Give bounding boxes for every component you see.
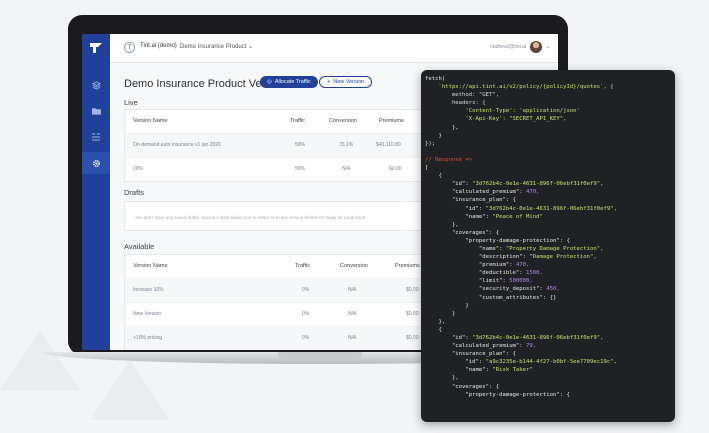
conversion-value: N/A xyxy=(348,287,357,293)
code-line: "id": "3d762b4c-0e1e-4631-896f-06ebf31f0… xyxy=(425,335,604,341)
chevron-down-icon: ⌄ xyxy=(248,44,254,50)
code-line: 'Content-Type': 'application/json' xyxy=(425,108,580,115)
code-sample-panel: fetch( `https://api.tint.ai/v2/policy/{p… xyxy=(421,70,675,422)
code-line: "insurance_plan": { xyxy=(425,351,516,358)
code-line: "limit": 500000, xyxy=(425,278,533,285)
column-header: Conversion xyxy=(340,263,368,269)
traffic-value: 0% xyxy=(302,335,310,341)
code-line: "coverages": { xyxy=(425,229,500,236)
plus-icon: + xyxy=(327,79,331,85)
conversion-value: N/A xyxy=(342,166,351,172)
code-line: headers: { xyxy=(425,100,486,107)
code-line: "security_deposit": 450, xyxy=(425,286,560,293)
column-header: Premiums xyxy=(395,263,420,269)
version-name: 20% xyxy=(133,166,144,172)
code-block: fetch( `https://api.tint.ai/v2/policy/{p… xyxy=(421,70,675,399)
code-line: "name": "Risk Taker" xyxy=(425,367,533,374)
traffic-value: 0% xyxy=(302,311,310,317)
background-triangle xyxy=(90,360,170,420)
code-line: method: "GET", xyxy=(425,92,500,99)
code-line: "premium": 470, xyxy=(425,262,530,269)
code-line: "name": "Property Damage Protection", xyxy=(425,245,604,252)
target-icon: ◎ xyxy=(267,79,272,85)
drafts-section-title: Drafts xyxy=(124,188,145,197)
top-bar: T Tint.ai (demo) Demo Insurance Product … xyxy=(110,34,558,63)
code-line: fetch( xyxy=(425,76,446,82)
new-version-button[interactable]: + New Version xyxy=(319,76,373,88)
code-line: }); xyxy=(425,140,436,147)
code-comment: // Response => xyxy=(425,156,473,163)
conversion-value: N/A xyxy=(348,311,357,317)
column-header: Conversion xyxy=(329,118,357,124)
traffic-value: 50% xyxy=(295,142,306,148)
column-header: Version Name xyxy=(133,263,168,269)
new-version-label: New Version xyxy=(333,79,365,85)
premiums-value: $0.00 xyxy=(389,166,402,172)
conversion-value: N/A xyxy=(348,335,357,341)
code-line: "name": "Peace of Mind" xyxy=(425,213,543,220)
code-line: "calculated_premium": 470, xyxy=(425,189,540,196)
traffic-value: 0% xyxy=(302,287,310,293)
code-line: `https://api.tint.ai/v2/policy/{policyId… xyxy=(425,84,614,91)
avatar[interactable] xyxy=(530,41,542,53)
code-line: "id": "3d762b4c-0e1e-4631-896f-06ebf31f0… xyxy=(425,181,604,188)
code-line: { xyxy=(425,173,442,180)
premiums-value: $0.00 xyxy=(406,335,419,341)
column-header: Traffic xyxy=(290,118,305,124)
version-name: Increase 10% xyxy=(133,287,164,293)
code-line: "calculated_premium": 79, xyxy=(425,343,537,350)
conversion-value: 75.1% xyxy=(339,142,354,148)
code-line: "property-damage-protection": { xyxy=(425,391,570,398)
org-name[interactable]: Tint.ai (demo) xyxy=(140,43,177,49)
drafts-empty-message: You don't have any saved drafts. Saving … xyxy=(135,215,367,220)
code-line: } xyxy=(425,310,456,317)
premiums-value: $0.00 xyxy=(406,287,419,293)
code-line: "id": "a9c3235e-b144-4f27-b0bf-5ee7709ec… xyxy=(425,359,617,366)
version-name: +10% pricing xyxy=(133,335,163,341)
sidebar xyxy=(82,34,110,350)
code-line: "custom_attributes": {} xyxy=(425,294,557,301)
laptop-notch xyxy=(278,352,362,359)
product-select-label: Demo Insurance Product xyxy=(180,44,247,50)
layers-icon[interactable] xyxy=(82,74,110,96)
tint-logo-icon[interactable] xyxy=(82,34,110,62)
code-line: "insurance_plan": { xyxy=(425,197,516,204)
available-section-title: Available xyxy=(124,242,155,251)
code-line: "coverages": { xyxy=(425,383,500,390)
org-badge: T xyxy=(124,42,135,53)
column-header: Version Name xyxy=(133,118,168,124)
chevron-down-icon[interactable]: ⌄ xyxy=(546,44,550,50)
code-line: "deductible": 1500, xyxy=(425,270,543,277)
version-name: On-demand auto insurance v1 jan 2020 xyxy=(133,142,221,148)
column-header: Premiums xyxy=(379,118,404,124)
code-line: "property-damage-protection": { xyxy=(425,237,570,244)
premiums-value: $0.00 xyxy=(406,311,419,317)
folder-icon[interactable] xyxy=(82,100,110,122)
allocate-traffic-label: Allocate Traffic xyxy=(274,79,311,85)
version-name: New Version xyxy=(133,311,162,317)
user-email: matheus@tint.ai xyxy=(490,44,527,50)
code-line: }, xyxy=(425,221,459,228)
code-line: }, xyxy=(425,318,446,325)
code-line: "description": "Damage Protection", xyxy=(425,254,597,261)
allocate-traffic-button[interactable]: ◎ Allocate Traffic xyxy=(260,76,318,88)
premiums-value: $40,110.80 xyxy=(376,142,401,148)
live-section-title: Live xyxy=(124,98,138,107)
gear-icon[interactable] xyxy=(82,152,110,174)
code-line: "id": "3d762b4c-0e1e-4631-896f-06ebf31f0… xyxy=(425,205,617,212)
code-line: [ xyxy=(425,165,429,172)
api-icon[interactable] xyxy=(82,126,110,148)
code-line: 'X-Api-Key': "SECRET_API_KEY", xyxy=(425,116,567,123)
traffic-value: 50% xyxy=(295,166,306,172)
code-line: } xyxy=(425,302,469,309)
code-line: } xyxy=(425,132,442,139)
column-header: Traffic xyxy=(295,263,310,269)
code-line: { xyxy=(425,326,442,333)
code-line: }, xyxy=(425,124,459,131)
product-select[interactable]: Demo Insurance Product ⌄ xyxy=(180,43,253,50)
code-line: }, xyxy=(425,375,459,382)
